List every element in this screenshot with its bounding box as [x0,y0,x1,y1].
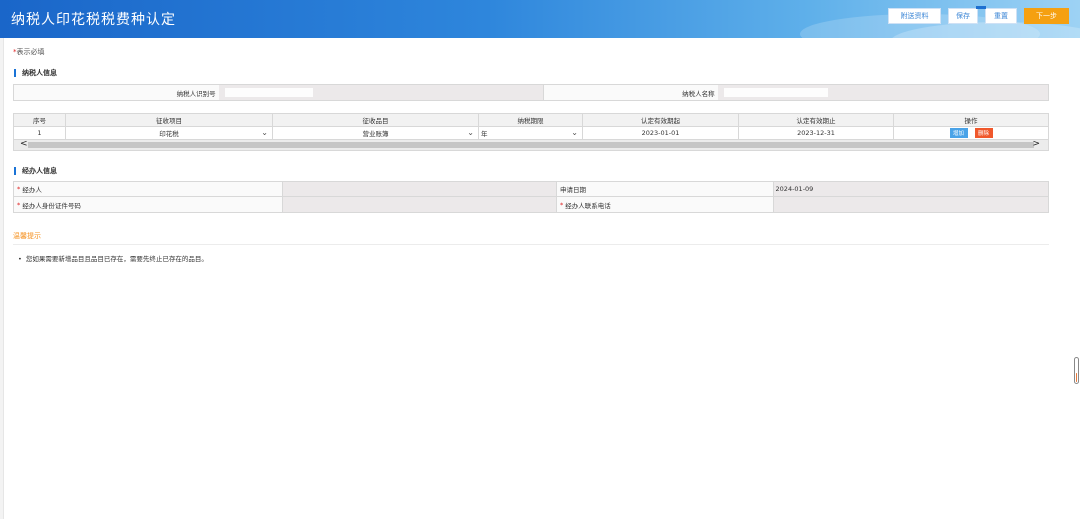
tax-period-select[interactable]: 年 ⌄ [479,127,583,140]
divider [13,244,1049,245]
column-header: 操作 [894,114,1048,127]
column-header: 征收品目 [273,114,479,127]
scrollbar-thumb[interactable] [28,142,1034,148]
levy-sub-item-value: 营业账簿 [362,130,389,138]
table-header-row: 序号 征收项目 征收品目 纳税期限 认定有效期起 认定有效期止 操作 [14,114,1048,127]
tip-item: 您如果需要新增品目且品目已存在，需要先终止已存在的品目。 [18,253,208,263]
attach-materials-button[interactable]: 附送资料 [888,8,941,24]
add-row-button[interactable]: 增加 [949,128,968,138]
handler-row: * 经办人 申请日期 2024-01-09 [14,182,1048,197]
column-header: 认定有效期起 [583,114,739,127]
handler-phone-label: * 经办人联系电话 [556,197,774,212]
row-actions: 增加 删除 [894,127,1048,140]
valid-from-field[interactable]: 2023-01-01 [583,127,739,140]
redacted-value [224,88,313,97]
scroll-left-icon[interactable]: < [20,139,28,149]
required-star: * [559,200,564,209]
column-header: 纳税期限 [479,114,583,127]
handler-info-table: * 经办人 申请日期 2024-01-09 * 经办人身份证件号码 * 经办人联… [13,181,1049,213]
handler-phone-field[interactable] [773,197,1048,212]
page-title: 纳税人印花税税费种认定 [11,12,176,28]
tax-period-value: 年 [481,130,488,138]
handler-id-label: * 经办人身份证件号码 [14,197,284,212]
handler-label: * 经办人 [14,182,284,196]
reset-button-label: 重置 [994,12,1008,20]
indicator-dot [976,6,986,9]
handler-label-text: 经办人 [22,186,42,194]
apply-date-label: 申请日期 [556,182,774,196]
handler-id-label-text: 经办人身份证件号码 [22,201,81,210]
taxpayer-name-field [717,85,1048,100]
handler-phone-label-text: 经办人联系电话 [565,201,611,210]
handler-row: * 经办人身份证件号码 * 经办人联系电话 [14,197,1048,212]
handler-section-title: 经办人信息 [14,167,57,175]
delete-row-button[interactable]: 删除 [974,128,993,138]
taxpayer-id-field [218,85,543,100]
required-note: *表示必填 [13,47,45,57]
taxpayer-id-label: 纳税人识别号 [14,85,219,100]
redacted-value [723,88,828,97]
scroll-right-icon[interactable]: > [1032,139,1040,149]
handler-name-field[interactable] [283,182,557,196]
required-star: * [17,185,21,193]
column-header: 征收项目 [66,114,273,127]
horizontal-scrollbar[interactable]: < > [14,139,1048,150]
page-header: 纳税人印花税税费种认定 附送资料 保存 重置 下一步 [0,0,1080,38]
table-row: 1 印花税 ⌄ 营业账簿 ⌄ 年 ⌄ 2023-01-01 2023-12-31… [14,127,1048,140]
apply-date-field[interactable]: 2024-01-09 [773,182,1048,196]
chevron-down-icon: ⌄ [571,128,578,137]
tips-title: 温馨提示 [13,232,41,240]
next-step-button[interactable]: 下一步 [1024,8,1069,24]
column-header: 认定有效期止 [739,114,894,127]
levy-item-table: 序号 征收项目 征收品目 纳税期限 认定有效期起 认定有效期止 操作 1 印花税… [13,113,1049,151]
handler-id-field[interactable] [283,197,557,212]
taxpayer-info-row: 纳税人识别号 纳税人名称 [13,84,1049,101]
levy-item-select[interactable]: 印花税 ⌄ [66,127,273,140]
levy-item-value: 印花税 [159,130,179,138]
taxpayer-section-title: 纳税人信息 [14,69,57,77]
required-star: * [17,200,21,209]
save-button[interactable]: 保存 [948,8,978,24]
required-note-text: 表示必填 [16,48,45,56]
column-header: 序号 [14,114,66,127]
chevron-down-icon: ⌄ [467,128,474,137]
taxpayer-name-label: 纳税人名称 [542,85,718,100]
side-scroll-handle[interactable] [1074,357,1079,384]
reset-button[interactable]: 重置 [976,6,1017,24]
valid-to-field[interactable]: 2023-12-31 [739,127,894,140]
left-side-bar [0,38,4,519]
chevron-down-icon: ⌄ [261,128,268,137]
levy-sub-item-select[interactable]: 营业账簿 ⌄ [273,127,479,140]
